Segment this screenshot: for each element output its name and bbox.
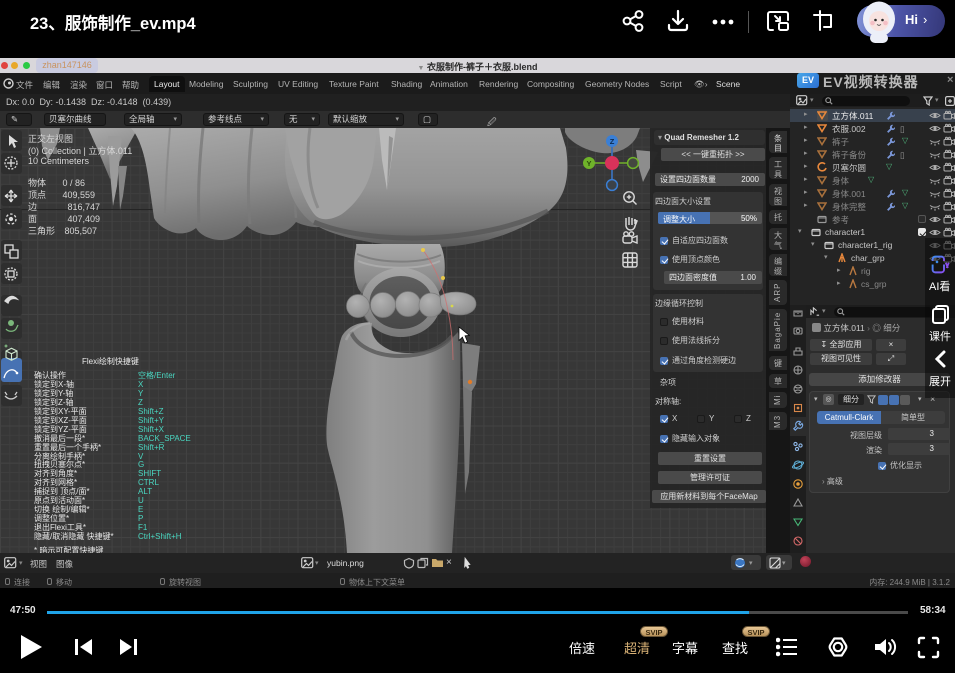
svg-text:Y: Y [586, 159, 591, 168]
svg-text:Z: Z [610, 137, 615, 146]
